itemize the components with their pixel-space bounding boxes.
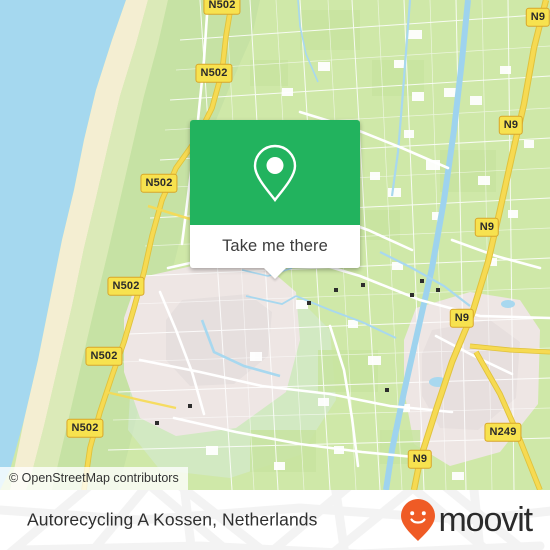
road-shield-n502: N502: [203, 0, 241, 15]
road-shield-n9: N9: [407, 449, 433, 469]
pond-east-2: [501, 300, 515, 308]
road-shield-n9: N9: [449, 308, 475, 328]
road-shield-n502: N502: [66, 418, 104, 438]
place-title: Autorecycling A Kossen, Netherlands: [27, 509, 318, 530]
road-shield-n249: N249: [484, 422, 522, 442]
road-shield-n502: N502: [85, 346, 123, 366]
road-shield-n502: N502: [195, 63, 233, 83]
popup-action-area[interactable]: Take me there: [190, 225, 360, 279]
moovit-smiley-pin-icon: [401, 499, 436, 541]
popup-pin-area: [190, 120, 360, 225]
moovit-map-screenshot: N502 N502 N502 N502 N502 N502 N9 N9 N9 N9 N9 N249 T…: [0, 0, 550, 550]
take-me-there-label: Take me there: [222, 237, 328, 255]
moovit-brand-logo[interactable]: moovit: [400, 498, 533, 542]
road-shield-n502: N502: [107, 276, 145, 296]
moovit-wordmark: moovit: [438, 501, 533, 539]
road-shield-n9: N9: [474, 217, 500, 237]
take-me-there-popup[interactable]: Take me there: [190, 120, 360, 279]
osm-attribution[interactable]: © OpenStreetMap contributors: [0, 467, 188, 490]
location-pin-icon: [253, 144, 297, 202]
map-canvas[interactable]: N502 N502 N502 N502 N502 N502 N9 N9 N9 N9 N9 N249 T…: [0, 0, 550, 490]
popup-pointer: [264, 268, 286, 279]
footer-bar: Autorecycling A Kossen, Netherlands moov…: [0, 490, 550, 550]
road-shield-n502: N502: [140, 173, 178, 193]
road-shield-n9: N9: [525, 7, 550, 27]
road-shield-n9: N9: [498, 115, 524, 135]
